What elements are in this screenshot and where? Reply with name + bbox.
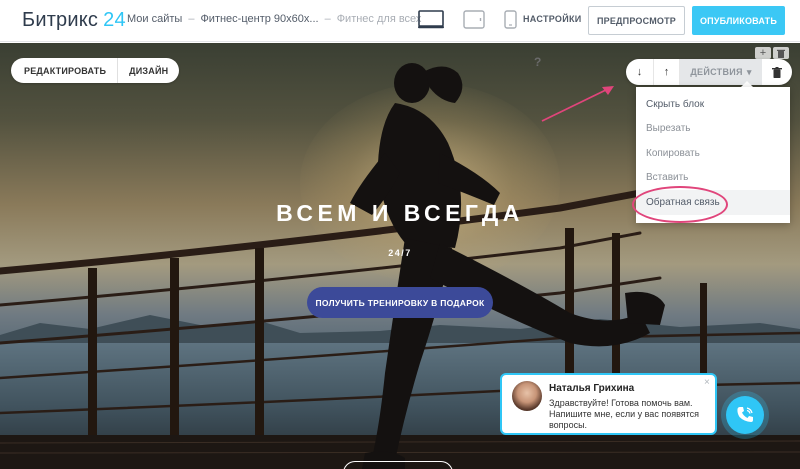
call-button[interactable] [726,396,764,434]
hero-block: РЕДАКТИРОВАТЬ ДИЗАЙН ? + ↓ ↑ ДЕЙСТВИЯ ▾ … [0,43,800,469]
breadcrumb: Мои сайты – Фитнес-центр 90x60x... – Фит… [127,13,421,25]
phone-icon [737,407,753,422]
breadcrumb-my-sites[interactable]: Мои сайты [127,13,182,25]
help-icon[interactable]: ? [534,55,541,69]
menu-item-copy[interactable]: Копировать [636,141,790,166]
breadcrumb-separator: – [188,13,195,25]
actions-label: ДЕЙСТВИЯ [690,67,743,77]
desktop-icon[interactable] [418,10,444,29]
breadcrumb-separator: – [324,13,331,25]
add-block-icon[interactable]: + [755,47,771,59]
move-up-button[interactable]: ↑ [654,59,680,85]
logo-number: 24 [103,9,126,31]
next-block-button-edge [343,461,453,469]
trash-icon[interactable] [773,47,789,59]
block-toolbar: ↓ ↑ ДЕЙСТВИЯ ▾ [626,59,792,85]
bitrix24-logo[interactable]: Битрикс 24 [22,9,126,32]
menu-item-hide-block[interactable]: Скрыть блок [636,92,790,117]
pointer-arrow [541,86,614,122]
hero-title: ВСЕМ И ВСЕГДА [276,200,524,226]
chat-agent-name: Наталья Грихина [549,383,635,394]
chat-widget[interactable]: Наталья Грихина Здравствуйте! Готова пом… [500,373,717,435]
breadcrumb-page: Фитнес для всех [336,13,422,25]
menu-item-cut[interactable]: Вырезать [636,117,790,142]
menu-item-paste[interactable]: Вставить [636,166,790,191]
chat-message: Здравствуйте! Готова помочь вам. Напишит… [549,398,700,430]
close-icon[interactable]: × [704,377,710,388]
hero-subtitle: 24/7 [388,248,412,258]
top-bar: Битрикс 24 Мои сайты – Фитнес-центр 90x60… [0,0,800,42]
mobile-icon[interactable] [504,10,517,29]
editor-mode-switch: РЕДАКТИРОВАТЬ ДИЗАЙН [11,58,180,83]
tablet-icon[interactable] [463,10,485,29]
logo-text: Битрикс [22,9,99,31]
settings-link[interactable]: НАСТРОЙКИ [523,14,582,24]
preview-button[interactable]: ПРЕДПРОСМОТР [588,6,685,35]
chevron-down-icon: ▾ [746,66,752,77]
cta-button[interactable]: ПОЛУЧИТЬ ТРЕНИРОВКУ В ПОДАРОК [307,287,493,318]
breadcrumb-site[interactable]: Фитнес-центр 90x60x... [200,13,318,25]
trash-icon [772,66,782,78]
publish-button[interactable]: ОПУБЛИКОВАТЬ [692,6,785,35]
block-mini-tools: + [755,47,789,59]
design-button[interactable]: ДИЗАЙН [118,58,179,83]
delete-block-button[interactable] [762,59,792,85]
avatar [512,381,542,411]
edit-button[interactable]: РЕДАКТИРОВАТЬ [11,58,119,83]
